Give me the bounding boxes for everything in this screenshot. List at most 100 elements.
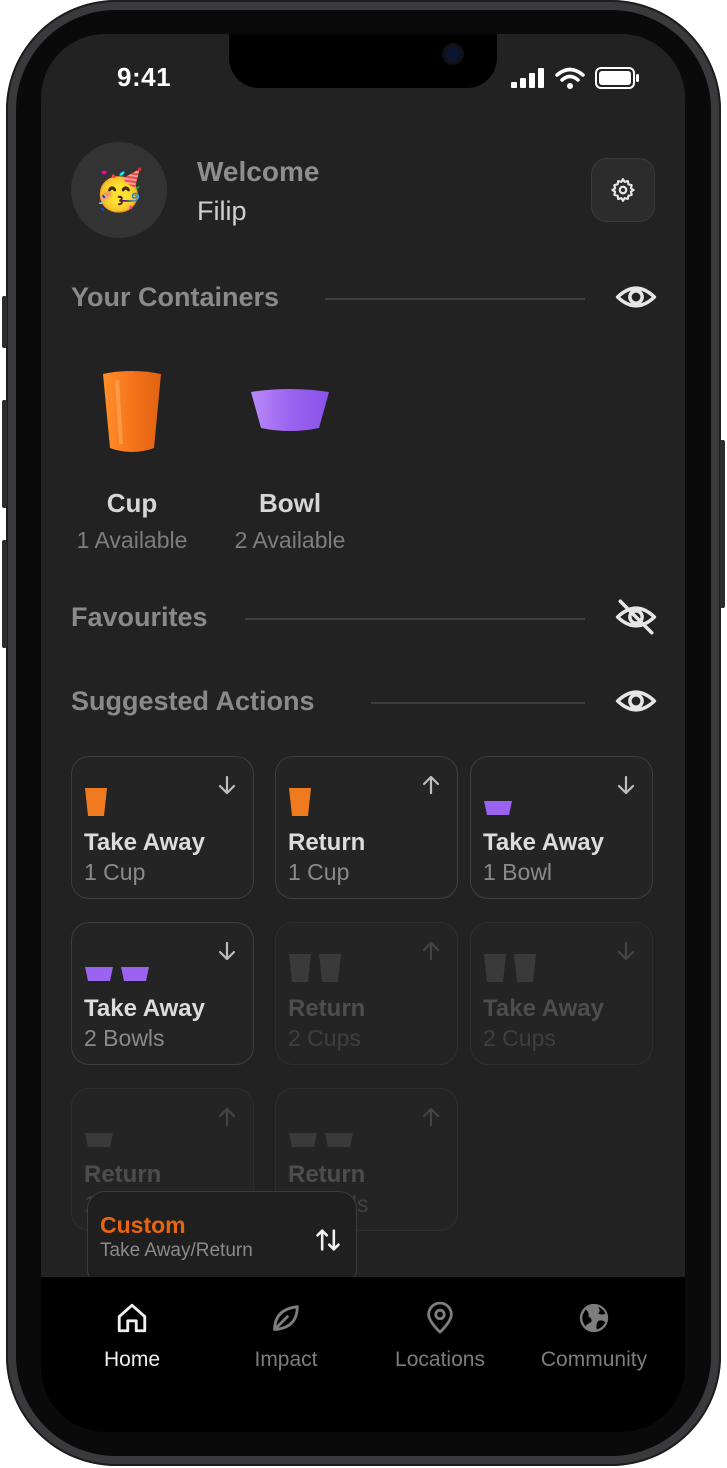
- action-icons: [288, 953, 342, 983]
- welcome-label: Welcome: [197, 156, 320, 187]
- tab-community[interactable]: Community: [519, 1301, 669, 1372]
- action-card[interactable]: Take Away 1 Cup: [71, 756, 254, 899]
- bowl-icon: [289, 1133, 317, 1147]
- arrow-down-icon: [617, 775, 635, 795]
- mute-switch: [2, 296, 7, 348]
- section-title-suggested: Suggested Actions: [71, 686, 315, 716]
- action-title: Take Away: [84, 995, 205, 1022]
- eye-icon[interactable]: [615, 680, 657, 722]
- action-title: Return: [288, 1161, 366, 1188]
- cup-icon: [289, 954, 311, 982]
- cup-icon: [289, 788, 311, 816]
- action-title: Take Away: [84, 829, 205, 856]
- container-available: 1 Available: [76, 527, 188, 553]
- tab-label: Impact: [254, 1348, 318, 1371]
- container-name: Cup: [106, 488, 158, 518]
- cup-icon: [319, 954, 341, 982]
- action-card[interactable]: Take Away 2 Bowls: [71, 922, 254, 1065]
- avatar[interactable]: 🥳: [71, 142, 167, 238]
- tab-bar: Home Impact Locations Community: [41, 1277, 685, 1432]
- settings-button[interactable]: [591, 158, 655, 222]
- front-camera: [445, 46, 461, 62]
- action-subtitle: 1 Cup: [288, 859, 350, 885]
- arrow-up-icon: [422, 775, 440, 795]
- eye-off-icon[interactable]: [615, 596, 657, 638]
- section-title-favourites: Favourites: [71, 602, 208, 632]
- cup-icon: [514, 954, 536, 982]
- action-icons: [483, 953, 537, 983]
- location-pin-icon: [427, 1301, 453, 1334]
- cup-icon: [103, 371, 161, 452]
- custom-subtitle: Take Away/Return: [100, 1240, 253, 1261]
- status-icons: [511, 67, 641, 89]
- app-screen: 9:41 🥳 Welcome Filip Your Containers Cup…: [41, 34, 685, 1432]
- status-time: 9:41: [117, 62, 172, 92]
- action-icons: [84, 953, 150, 983]
- battery-icon: [595, 67, 639, 89]
- container-bowl[interactable]: Bowl 2 Available: [223, 368, 357, 554]
- action-card[interactable]: Take Away 2 Cups: [470, 922, 653, 1065]
- tab-label: Home: [103, 1348, 161, 1371]
- action-subtitle: 2 Cups: [288, 1025, 361, 1051]
- wifi-icon: [555, 67, 585, 89]
- arrow-down-icon: [218, 775, 236, 795]
- action-title: Return: [288, 829, 366, 856]
- action-icons: [84, 787, 108, 817]
- avatar-emoji: 🥳: [94, 168, 144, 213]
- home-icon: [117, 1303, 147, 1333]
- action-title: Return: [84, 1161, 162, 1188]
- tab-locations[interactable]: Locations: [365, 1301, 515, 1372]
- divider: [371, 702, 585, 704]
- action-icons: [84, 1119, 114, 1149]
- power-button: [720, 440, 725, 608]
- container-cup[interactable]: Cup 1 Available: [67, 368, 197, 554]
- action-title: Take Away: [483, 995, 604, 1022]
- arrow-down-icon: [617, 941, 635, 961]
- arrow-down-icon: [218, 941, 236, 961]
- bowl-icon: [121, 967, 149, 981]
- action-subtitle: 2 Cups: [483, 1025, 556, 1051]
- action-card[interactable]: Return 1 Cup: [275, 756, 458, 899]
- container-available: 2 Available: [234, 527, 346, 553]
- arrow-up-icon: [218, 1107, 236, 1127]
- arrow-up-icon: [422, 1107, 440, 1127]
- action-card[interactable]: Take Away 1 Bowl: [470, 756, 653, 899]
- action-title: Return: [288, 995, 366, 1022]
- action-subtitle: 1 Cup: [84, 859, 146, 885]
- section-title-containers: Your Containers: [71, 282, 280, 312]
- custom-action-button[interactable]: Custom Take Away/Return: [87, 1191, 357, 1287]
- action-card[interactable]: Return 2 Cups: [275, 922, 458, 1065]
- globe-icon: [579, 1303, 609, 1333]
- user-name: Filip: [197, 196, 247, 226]
- arrow-up-icon: [422, 941, 440, 961]
- volume-down-button: [2, 540, 7, 648]
- bowl-icon: [251, 389, 329, 431]
- action-icons: [483, 787, 513, 817]
- container-name: Bowl: [258, 488, 322, 518]
- notch: [229, 34, 497, 88]
- bowl-icon: [85, 967, 113, 981]
- volume-up-button: [2, 400, 7, 508]
- bowl-icon: [325, 1133, 353, 1147]
- action-icons: [288, 787, 312, 817]
- eye-icon[interactable]: [615, 276, 657, 318]
- bowl-icon: [85, 1133, 113, 1147]
- leaf-icon: [273, 1305, 299, 1331]
- action-subtitle: 2 Bowls: [84, 1025, 165, 1051]
- signal-icon: [511, 68, 544, 88]
- action-icons: [288, 1119, 354, 1149]
- tab-impact[interactable]: Impact: [211, 1301, 361, 1372]
- swap-vertical-icon: [316, 1229, 340, 1251]
- custom-title: Custom: [100, 1212, 186, 1238]
- tab-label: Community: [540, 1348, 648, 1371]
- action-subtitle: 1 Bowl: [483, 859, 553, 885]
- tab-home[interactable]: Home: [57, 1301, 207, 1372]
- bowl-icon: [484, 801, 512, 815]
- cup-icon: [484, 954, 506, 982]
- gear-icon: [611, 178, 635, 202]
- action-title: Take Away: [483, 829, 604, 856]
- cup-icon: [85, 788, 107, 816]
- divider: [325, 298, 585, 300]
- tab-label: Locations: [395, 1348, 485, 1371]
- divider: [245, 618, 585, 620]
